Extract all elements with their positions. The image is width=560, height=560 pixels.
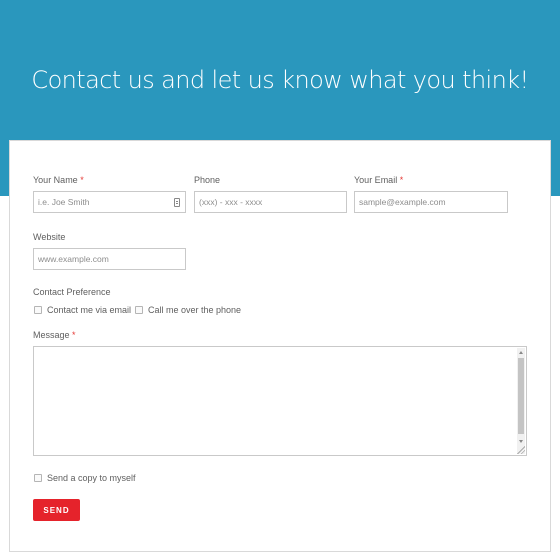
contact-email-checkbox[interactable]: [34, 306, 42, 314]
message-scrollbar[interactable]: [517, 348, 525, 454]
contact-preference-label: Contact Preference: [33, 287, 111, 297]
send-copy-label[interactable]: Send a copy to myself: [47, 473, 136, 483]
call-phone-option-label[interactable]: Call me over the phone: [148, 305, 241, 315]
name-required-mark: *: [80, 175, 84, 185]
message-textarea[interactable]: [33, 346, 527, 456]
email-input[interactable]: [354, 191, 508, 213]
scroll-up-arrow-icon[interactable]: [519, 351, 523, 354]
website-label: Website: [33, 232, 66, 242]
message-required-mark: *: [72, 330, 76, 340]
send-button[interactable]: SEND: [33, 499, 80, 521]
scrollbar-thumb[interactable]: [518, 358, 524, 434]
contact-email-option-label[interactable]: Contact me via email: [47, 305, 131, 315]
email-label-text: Your Email: [354, 175, 398, 185]
name-input[interactable]: [33, 191, 186, 213]
message-label-text: Message: [33, 330, 70, 340]
name-label: Your Name *: [33, 175, 84, 185]
contact-card-icon: [174, 198, 180, 207]
email-label: Your Email *: [354, 175, 403, 185]
call-phone-checkbox[interactable]: [135, 306, 143, 314]
phone-input[interactable]: [194, 191, 347, 213]
website-input[interactable]: [33, 248, 186, 270]
page-title: Contact us and let us know what you thin…: [31, 66, 529, 94]
message-label: Message *: [33, 330, 76, 340]
email-required-mark: *: [399, 175, 404, 185]
resize-grip-icon[interactable]: [517, 446, 525, 454]
scroll-down-arrow-icon[interactable]: [519, 440, 523, 443]
phone-label: Phone: [194, 175, 221, 185]
name-label-text: Your Name: [33, 175, 78, 185]
send-copy-checkbox[interactable]: [34, 474, 42, 482]
